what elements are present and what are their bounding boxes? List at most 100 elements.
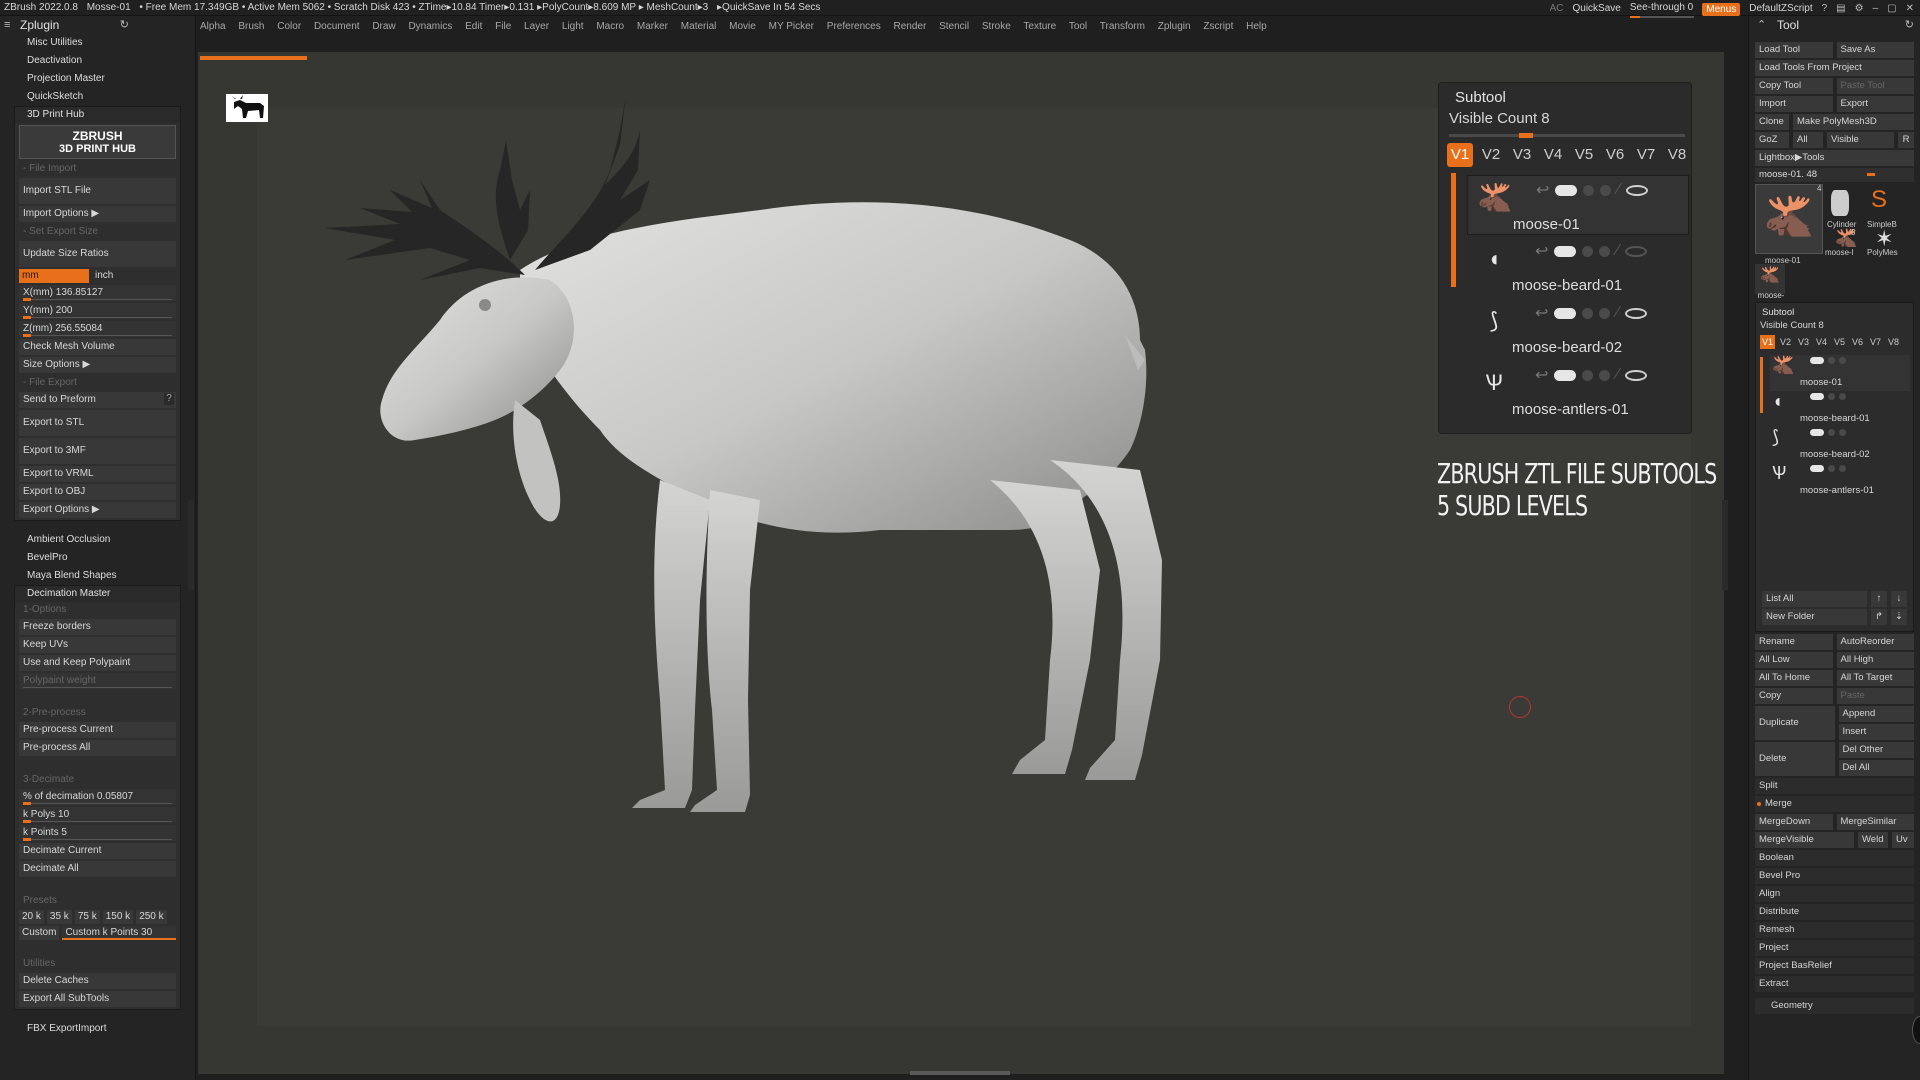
load-tools-from-project-button[interactable]: Load Tools From Project (1755, 60, 1914, 76)
quicksave-button[interactable]: QuickSave (1572, 1, 1620, 17)
duplicate-button[interactable]: Duplicate (1755, 706, 1835, 740)
visibility-eye-icon[interactable] (1625, 369, 1648, 381)
default-zscript-button[interactable]: DefaultZScript (1749, 1, 1812, 17)
move-to-icon[interactable]: ⇣ (1891, 609, 1907, 625)
menu-help[interactable]: Help (1246, 21, 1267, 32)
menu-tool[interactable]: Tool (1069, 21, 1087, 32)
subtool-scrollbar[interactable] (1451, 173, 1456, 287)
arrow-icon[interactable]: ↱ (1871, 609, 1887, 625)
unit-inch-toggle[interactable]: inch (89, 269, 113, 283)
decimate-current-button[interactable]: Decimate Current (19, 843, 176, 859)
toggle-switch[interactable] (1554, 245, 1577, 257)
goz-r-button[interactable]: R (1898, 132, 1914, 148)
material-dot[interactable] (1599, 245, 1611, 257)
update-size-ratios-button[interactable]: Update Size Ratios (19, 241, 176, 267)
menu-layer[interactable]: Layer (524, 21, 549, 32)
project-subpalette[interactable]: Project (1755, 940, 1914, 956)
subtool-item-small[interactable]: Ѱmoose-antlers-01 (1770, 463, 1910, 499)
decimation-master-header[interactable]: Decimation Master (15, 586, 180, 602)
freeze-borders-toggle[interactable]: Freeze borders (19, 619, 176, 635)
paste-tool-button[interactable]: Paste Tool (1836, 78, 1914, 94)
extract-subpalette[interactable]: Extract (1755, 976, 1914, 992)
visibility-eye-icon[interactable] (1626, 184, 1649, 196)
visible-count-slider[interactable]: Visible Count 8 (1439, 106, 1691, 127)
tab-v2[interactable]: V2 (1778, 335, 1793, 349)
tab-v7[interactable]: V7 (1633, 143, 1659, 167)
material-dot[interactable] (1599, 307, 1611, 319)
right-shelf-handle[interactable] (1722, 500, 1728, 590)
tab-v1[interactable]: V1 (1447, 143, 1473, 167)
export-button[interactable]: Export (1836, 96, 1914, 112)
move-down-icon[interactable]: ↓ (1891, 591, 1907, 607)
toggle-switch[interactable] (1554, 369, 1577, 381)
menu-edit[interactable]: Edit (465, 21, 482, 32)
make-polymesh3d-button[interactable]: Make PolyMesh3D (1793, 114, 1914, 130)
polypaint-weight-slider[interactable]: Polypaint weight (19, 673, 176, 689)
visibility-eye-icon[interactable] (1625, 307, 1648, 319)
tab-v2[interactable]: V2 (1478, 143, 1504, 167)
refresh-icon[interactable]: ↻ (120, 16, 129, 34)
check-mesh-volume-button[interactable]: Check Mesh Volume (19, 339, 176, 355)
material-dot[interactable] (1600, 184, 1612, 196)
copy-tool-button[interactable]: Copy Tool (1755, 78, 1833, 94)
tab-v6[interactable]: V6 (1602, 143, 1628, 167)
preset-20k-button[interactable]: 20 k (19, 910, 44, 924)
export-3mf-button[interactable]: Export to 3MF (19, 438, 176, 464)
preset-250k-button[interactable]: 250 k (136, 910, 167, 924)
decimation-percent-slider[interactable]: % of decimation 0.05807 (19, 789, 176, 805)
k-polys-slider[interactable]: k Polys 10 (19, 807, 176, 823)
merge-visible-button[interactable]: MergeVisible (1755, 832, 1854, 848)
preset-75k-button[interactable]: 75 k (74, 910, 100, 924)
bevel-pro-subpalette[interactable]: Bevel Pro (1755, 868, 1914, 884)
polypaint-dot[interactable] (1582, 307, 1594, 319)
tab-v5[interactable]: V5 (1832, 335, 1847, 349)
unit-mm-toggle[interactable]: mm (19, 269, 89, 283)
new-folder-button[interactable]: New Folder (1762, 609, 1867, 625)
moose-mini-thumb[interactable]: 🫎moose-l (1755, 264, 1785, 324)
preprocess-current-button[interactable]: Pre-process Current (19, 722, 176, 738)
polypaint-dot[interactable] (1583, 184, 1595, 196)
deactivation-item[interactable]: Deactivation (0, 52, 195, 70)
lightbox-tools-button[interactable]: Lightbox▶Tools (1755, 150, 1914, 166)
subtool-scroll-indicator[interactable] (1760, 357, 1763, 413)
menu-draw[interactable]: Draw (372, 21, 395, 32)
subtool-item-small[interactable]: 🫎 moose-01 (1770, 355, 1910, 391)
menu-file[interactable]: File (495, 21, 511, 32)
all-low-button[interactable]: All Low (1755, 652, 1833, 668)
append-button[interactable]: Append (1838, 706, 1914, 722)
menu-stroke[interactable]: Stroke (982, 21, 1011, 32)
menu-light[interactable]: Light (562, 21, 584, 32)
minimize-icon[interactable]: – (1873, 1, 1879, 17)
save-as-button[interactable]: Save As (1836, 42, 1914, 58)
current-tool-slider[interactable]: moose-01. 48 (1755, 168, 1914, 182)
merge-similar-button[interactable]: MergeSimilar (1836, 814, 1914, 830)
uv-toggle[interactable]: Uv (1892, 832, 1914, 848)
polypaint-dot[interactable] (1582, 245, 1594, 257)
weld-toggle[interactable]: Weld (1858, 832, 1888, 848)
refresh-icon[interactable]: ↻ (1905, 16, 1914, 34)
subtool-item-small[interactable]: ◖ moose-beard-01 (1770, 391, 1910, 427)
import-options-button[interactable]: Import Options ▶ (19, 206, 176, 222)
import-button[interactable]: Import (1755, 96, 1833, 112)
layout-icon[interactable]: ▤ (1836, 1, 1845, 17)
all-high-button[interactable]: All High (1836, 652, 1914, 668)
z-size-slider[interactable]: Z(mm) 256.55084 (19, 321, 176, 337)
menu-movie[interactable]: Movie (729, 21, 756, 32)
x-size-slider[interactable]: X(mm) 136.85127 (19, 285, 176, 301)
import-stl-button[interactable]: Import STL File (19, 178, 176, 204)
y-size-slider[interactable]: Y(mm) 200 (19, 303, 176, 319)
palette-header[interactable]: ≡ Zplugin ↻ (0, 16, 195, 34)
k-points-slider[interactable]: k Points 5 (19, 825, 176, 841)
merge-down-button[interactable]: MergeDown (1755, 814, 1833, 830)
tab-v4[interactable]: V4 (1540, 143, 1566, 167)
del-all-button[interactable]: Del All (1838, 760, 1914, 776)
menu-texture[interactable]: Texture (1023, 21, 1056, 32)
visibility-eye-icon[interactable] (1625, 245, 1648, 257)
moose-tool-thumb[interactable]: 🫎 (1755, 184, 1823, 254)
menu-stencil[interactable]: Stencil (939, 21, 969, 32)
visible-count-slider-small[interactable]: Visible Count 8 (1756, 318, 1913, 331)
custom-preset-button[interactable]: Custom (19, 926, 60, 940)
toggle-switch[interactable] (1554, 307, 1577, 319)
tool-palette-header[interactable]: ⌃ Tool ↻ (1749, 16, 1920, 34)
ambient-occlusion-item[interactable]: Ambient Occlusion (0, 531, 195, 549)
